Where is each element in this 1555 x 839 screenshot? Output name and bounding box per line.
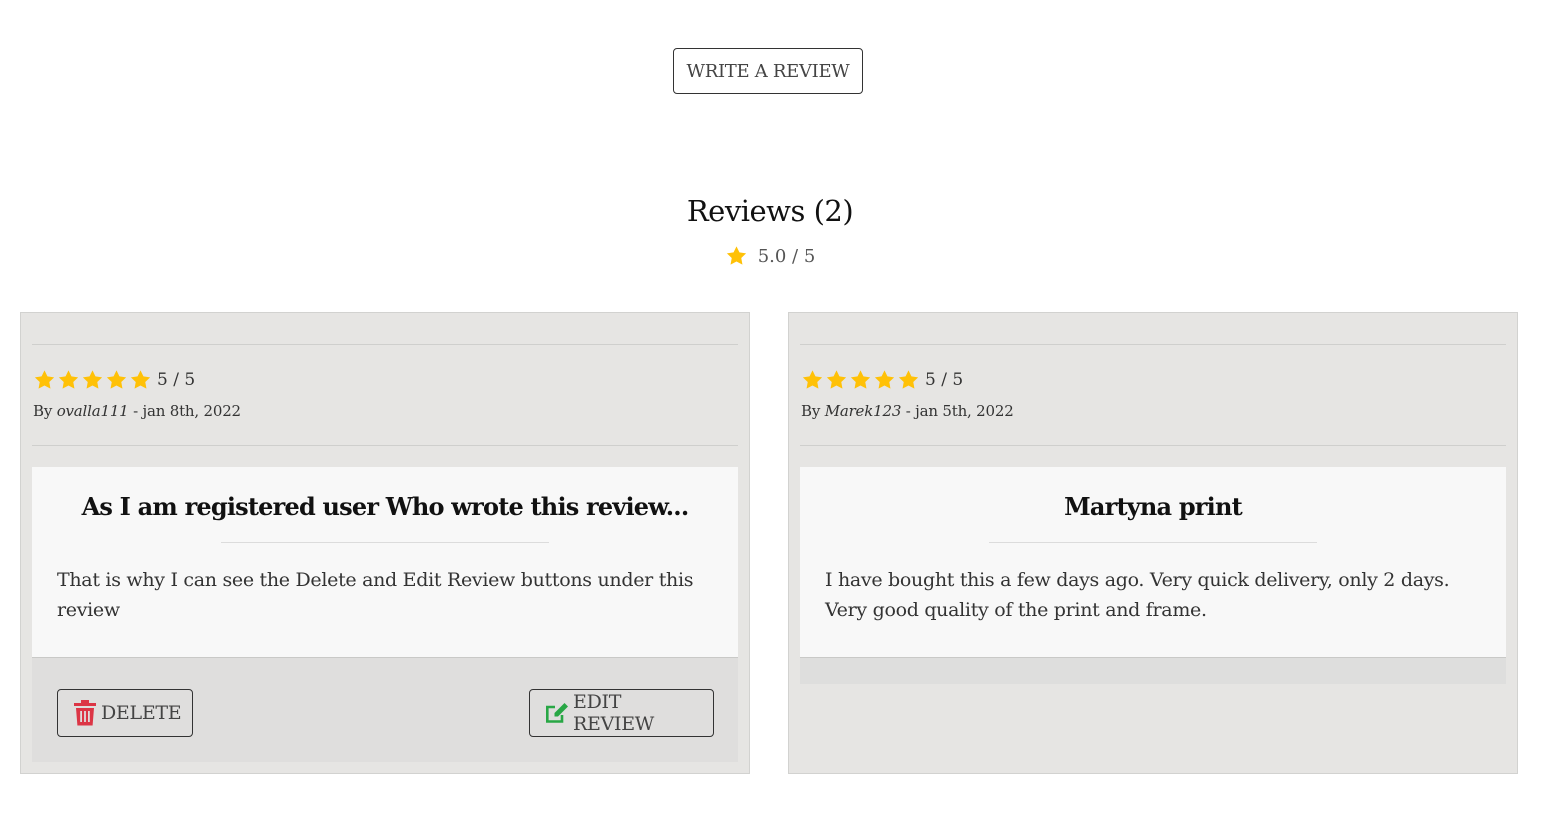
star-icon: [725, 245, 748, 267]
star-icon: [825, 369, 848, 391]
delete-review-button[interactable]: DELETE: [57, 689, 193, 737]
divider: [800, 445, 1506, 446]
star-icon: [129, 369, 152, 391]
reviews-heading: Reviews (2): [686, 194, 854, 228]
star-icon: [873, 369, 896, 391]
average-rating-value: 5.0 / 5: [757, 245, 816, 267]
review-date: - jan 5th, 2022: [905, 402, 1014, 420]
divider: [800, 344, 1506, 345]
star-icon: [849, 369, 872, 391]
review-card: 5 / 5 By Marek123 - jan 5th, 2022 Martyn…: [788, 312, 1518, 774]
review-author: Marek123: [824, 402, 902, 420]
byline-prefix: By: [33, 402, 53, 420]
byline-prefix: By: [801, 402, 821, 420]
divider: [989, 542, 1317, 543]
review-title: As I am registered user Who wrote this r…: [81, 492, 690, 521]
star-icon: [897, 369, 920, 391]
trash-icon: [73, 700, 97, 726]
review-card: 5 / 5 By ovalla111 - jan 8th, 2022 As I …: [20, 312, 750, 774]
review-author: ovalla111: [56, 402, 129, 420]
edit-review-button[interactable]: EDIT REVIEW: [529, 689, 714, 737]
divider: [32, 344, 738, 345]
review-rating: 5 / 5: [801, 369, 963, 391]
review-actions: [800, 658, 1506, 684]
review-body: I have bought this a few days ago. Very …: [825, 569, 1450, 621]
star-icon: [105, 369, 128, 391]
review-date: - jan 8th, 2022: [133, 402, 241, 420]
review-body: That is why I can see the Delete and Edi…: [57, 569, 694, 621]
divider: [32, 445, 738, 446]
review-content: Martyna print I have bought this a few d…: [800, 467, 1506, 658]
edit-icon: [545, 702, 569, 724]
review-content: As I am registered user Who wrote this r…: [32, 467, 738, 658]
review-score: 5 / 5: [925, 370, 964, 390]
star-icon: [33, 369, 56, 391]
review-actions: DELETE EDIT REVIEW: [32, 658, 738, 762]
review-byline: By ovalla111 - jan 8th, 2022: [33, 402, 241, 420]
star-icon: [57, 369, 80, 391]
divider: [221, 542, 549, 543]
delete-label: DELETE: [101, 702, 182, 724]
star-icon: [801, 369, 824, 391]
review-title: Martyna print: [1064, 492, 1243, 521]
edit-label: EDIT REVIEW: [573, 691, 655, 735]
review-score: 5 / 5: [157, 370, 196, 390]
review-rating: 5 / 5: [33, 369, 195, 391]
review-byline: By Marek123 - jan 5th, 2022: [801, 402, 1014, 420]
write-review-button[interactable]: WRITE A REVIEW: [673, 48, 863, 94]
star-icon: [81, 369, 104, 391]
average-rating: 5.0 / 5: [0, 245, 1540, 267]
